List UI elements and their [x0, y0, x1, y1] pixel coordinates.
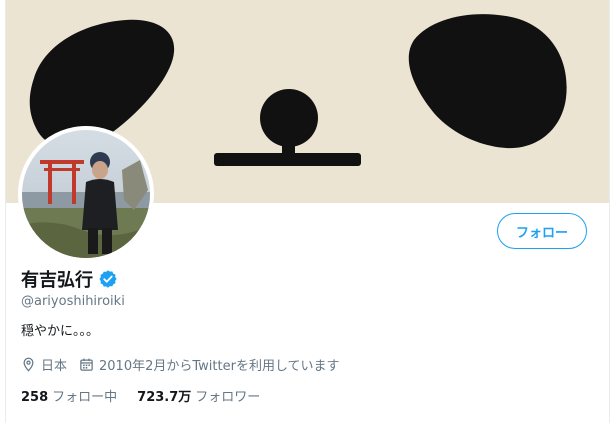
- profile-bio: 穏やかに。。。: [21, 324, 100, 339]
- location-text: 日本: [41, 359, 68, 374]
- display-name: 有吉弘行: [21, 270, 93, 291]
- location-pin-icon: [23, 357, 34, 372]
- verified-badge-icon: [98, 269, 118, 289]
- joined-text: 2010年2月からTwitterを利用しています: [99, 359, 340, 374]
- follow-button[interactable]: フォロー: [497, 213, 587, 249]
- follow-stats: 258 フォロー中 723.7万 フォロワー: [21, 386, 280, 405]
- user-handle: @ariyoshihiroiki: [21, 294, 125, 309]
- profile-page: フォロー 有吉弘行 @ariyoshihiroiki 穏やかに。。。 日本 20…: [0, 0, 610, 423]
- followers-count: 723.7万: [137, 390, 192, 405]
- following-link[interactable]: 258 フォロー中: [21, 386, 117, 405]
- joined-item: 2010年2月からTwitterを利用しています: [79, 355, 340, 374]
- name-row: 有吉弘行: [21, 266, 118, 292]
- followers-label: フォロワー: [195, 390, 261, 405]
- profile-avatar[interactable]: [18, 126, 154, 262]
- following-count: 258: [21, 390, 49, 405]
- profile-meta: 日本 2010年2月からTwitterを利用しています: [21, 355, 352, 374]
- followers-link[interactable]: 723.7万 フォロワー: [137, 386, 260, 405]
- location-item: 日本: [21, 355, 67, 374]
- following-label: フォロー中: [52, 390, 118, 405]
- calendar-icon: [80, 358, 93, 371]
